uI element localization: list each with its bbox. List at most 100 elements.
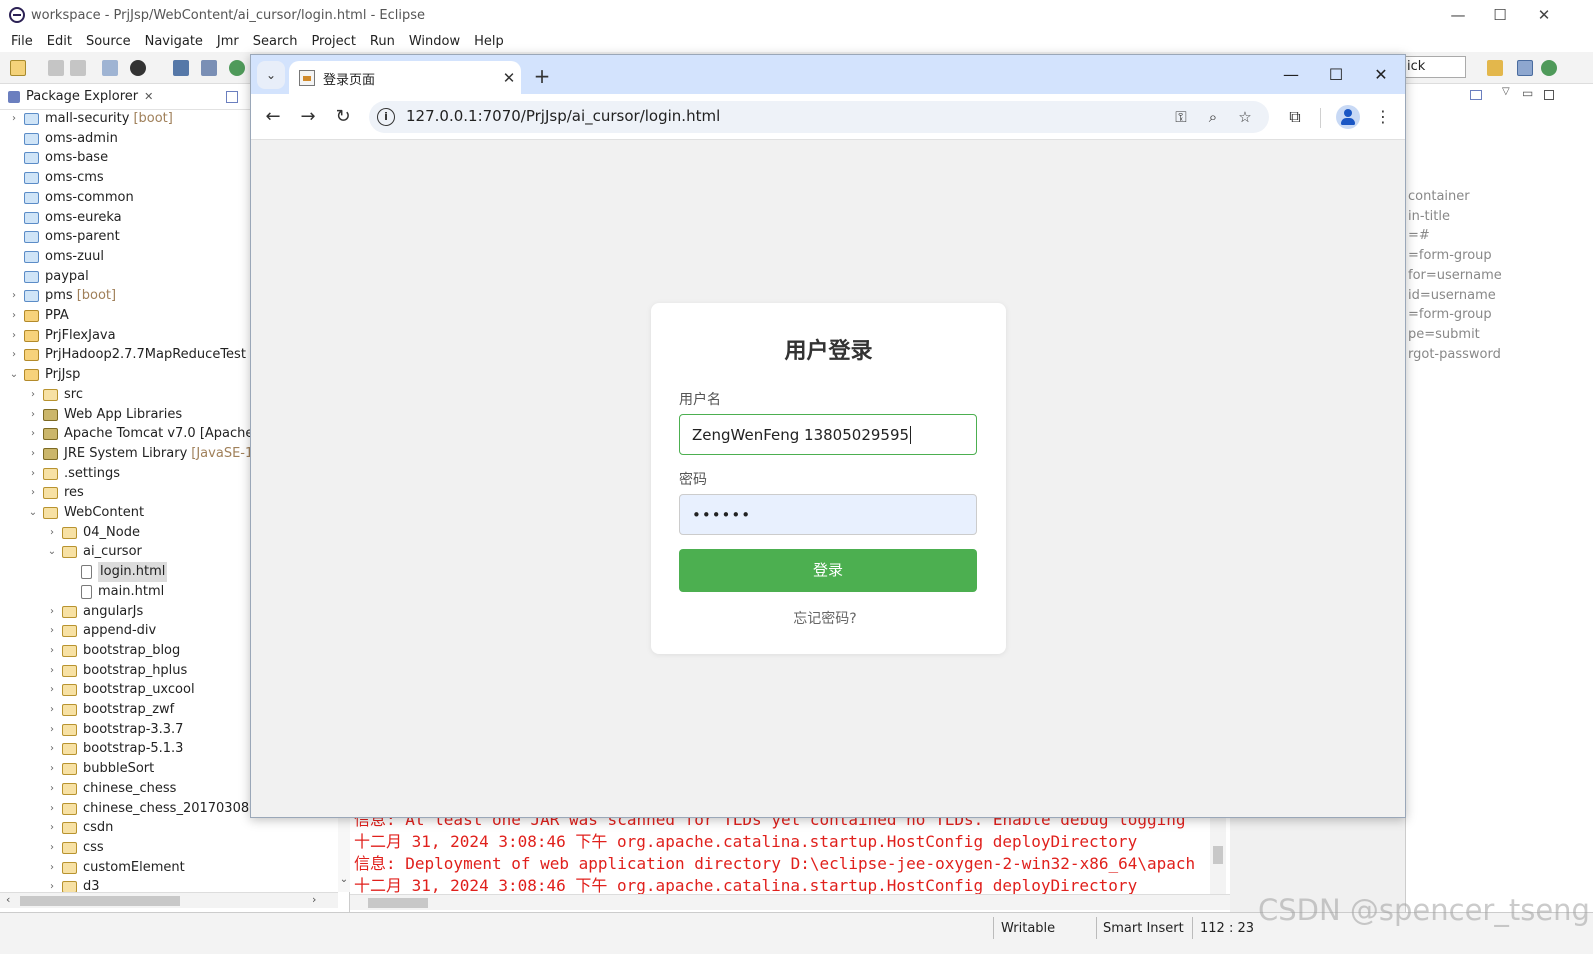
password-input[interactable]: •••••• <box>679 494 977 535</box>
tree-item-label[interactable]: bootstrap-5.1.3 <box>83 739 183 759</box>
browser-close-button[interactable]: ✕ <box>1359 59 1403 91</box>
tree-item-label[interactable]: .settings <box>64 464 120 484</box>
tree-item-label[interactable]: css <box>83 838 104 858</box>
package-tree-horizontal-scrollbar[interactable]: ‹ › <box>0 892 338 908</box>
tree-item[interactable]: › csdn <box>46 818 113 838</box>
eclipse-close-button[interactable]: ✕ <box>1521 0 1567 30</box>
address-bar[interactable]: i 127.0.0.1:7070/PrjJsp/ai_cursor/login.… <box>369 101 1269 133</box>
tree-item[interactable]: ⌄ ai_cursor <box>46 542 142 562</box>
outline-menu-icon[interactable]: ▽ <box>1502 86 1510 97</box>
tree-item-label[interactable]: chinese_chess_20170308 <box>83 799 249 819</box>
menu-window[interactable]: Window <box>402 34 467 49</box>
tree-item[interactable]: › chinese_chess_20170308 <box>46 799 249 819</box>
tree-item[interactable]: › customElement <box>46 858 185 878</box>
collapsed-chevron-icon[interactable]: › <box>46 641 58 661</box>
collapsed-chevron-icon[interactable]: › <box>46 858 58 878</box>
tree-item[interactable]: oms-admin <box>8 129 118 149</box>
tree-item-label[interactable]: PrjJsp <box>45 365 80 385</box>
tree-item-label[interactable]: mall-security <box>45 110 129 129</box>
zoom-magnifier-icon[interactable]: ⌕ <box>1203 107 1223 127</box>
save-all-icon[interactable] <box>70 60 86 76</box>
outline-item[interactable]: =# <box>1408 228 1430 243</box>
more-menu-icon[interactable]: ⋮ <box>1370 104 1396 130</box>
new-tab-plus-icon[interactable]: + <box>529 63 555 89</box>
tree-item[interactable]: oms-zuul <box>8 247 104 267</box>
console-vertical-scrollbar[interactable] <box>1210 810 1226 894</box>
tree-item-label[interactable]: src <box>64 385 83 405</box>
collapsed-chevron-icon[interactable]: › <box>46 818 58 838</box>
collapsed-chevron-icon[interactable]: › <box>27 424 39 444</box>
collapsed-chevron-icon[interactable]: › <box>46 621 58 641</box>
tree-item-label[interactable]: Apache Tomcat v7.0 [Apache To <box>64 424 271 444</box>
collapsed-chevron-icon[interactable]: › <box>46 779 58 799</box>
tree-item-label[interactable]: WebContent <box>64 503 144 523</box>
tree-item[interactable]: › mall-security [boot] <box>8 110 173 129</box>
collapsed-chevron-icon[interactable]: › <box>8 345 20 365</box>
tree-item[interactable]: › bootstrap_blog <box>46 641 180 661</box>
tree-item[interactable]: paypal <box>8 267 89 287</box>
collapsed-chevron-icon[interactable]: › <box>46 739 58 759</box>
tree-item[interactable]: › PrjHadoop2.7.7MapReduceTest <box>8 345 246 365</box>
tree-item-label[interactable]: oms-cms <box>45 168 104 188</box>
username-value[interactable]: ZengWenFeng 13805029595 <box>692 426 909 444</box>
expanded-chevron-icon[interactable]: ⌄ <box>46 542 58 562</box>
collapsed-chevron-icon[interactable]: › <box>27 483 39 503</box>
console-hscroll-thumb[interactable] <box>368 898 428 908</box>
binary-icon[interactable] <box>102 60 118 76</box>
collapsed-chevron-icon[interactable]: › <box>46 523 58 543</box>
console-scrollbar-thumb[interactable] <box>1213 846 1223 864</box>
tree-item[interactable]: oms-eureka <box>8 208 122 228</box>
tree-item-label[interactable]: angularJs <box>83 602 143 622</box>
outline-maximize-icon[interactable] <box>1544 90 1554 100</box>
tree-item-label[interactable]: res <box>64 483 84 503</box>
collapsed-chevron-icon[interactable]: › <box>8 306 20 326</box>
tree-item-label[interactable]: PrjFlexJava <box>45 326 116 346</box>
collapsed-chevron-icon[interactable]: › <box>8 286 20 306</box>
forward-arrow-icon[interactable]: → <box>294 103 322 131</box>
tree-item-label[interactable]: oms-parent <box>45 227 120 247</box>
tree-item[interactable]: login.html <box>65 562 168 583</box>
site-info-icon[interactable]: i <box>377 108 395 126</box>
collapsed-chevron-icon[interactable]: › <box>8 326 20 346</box>
tree-item-label[interactable]: JRE System Library <box>64 444 187 464</box>
tree-item[interactable]: oms-parent <box>8 227 120 247</box>
console-icon[interactable] <box>173 60 189 76</box>
browser-tab-active[interactable]: 登录页面 ✕ <box>289 61 521 95</box>
tree-item-label[interactable]: pms <box>45 286 73 306</box>
profile-avatar-icon[interactable] <box>1336 105 1360 129</box>
tree-item-label[interactable]: bootstrap_hplus <box>83 661 187 681</box>
tree-item[interactable]: › bootstrap_hplus <box>46 661 187 681</box>
tree-item-label[interactable]: paypal <box>45 267 89 287</box>
collapsed-chevron-icon[interactable]: › <box>27 444 39 464</box>
tree-item[interactable]: › append-div <box>46 621 156 641</box>
save-icon[interactable] <box>48 60 64 76</box>
collapsed-chevron-icon[interactable]: › <box>46 720 58 740</box>
tree-item-label[interactable]: main.html <box>98 582 164 602</box>
tree-item-label[interactable]: oms-admin <box>45 129 118 149</box>
tree-item[interactable]: › angularJs <box>46 602 143 622</box>
scroll-right-icon[interactable]: › <box>312 893 316 906</box>
collapsed-chevron-icon[interactable]: › <box>27 464 39 484</box>
browser-minimize-button[interactable]: — <box>1269 59 1313 91</box>
open-perspective-icon[interactable] <box>1487 60 1503 76</box>
pin-icon[interactable] <box>201 60 217 76</box>
browser-maximize-button[interactable]: ☐ <box>1314 59 1358 91</box>
profile-icon[interactable] <box>130 60 146 76</box>
outline-item[interactable]: =form-group <box>1408 248 1492 263</box>
menu-project[interactable]: Project <box>304 34 362 49</box>
tree-item[interactable]: › bootstrap_uxcool <box>46 680 195 700</box>
outline-item[interactable]: rgot-password <box>1408 347 1501 362</box>
tree-item[interactable]: oms-common <box>8 188 134 208</box>
tree-item[interactable]: ⌄ PrjJsp <box>8 365 81 385</box>
collapsed-chevron-icon[interactable]: › <box>27 405 39 425</box>
scroll-down-icon[interactable]: ⌄ <box>338 874 350 885</box>
tree-item[interactable]: › bootstrap-3.3.7 <box>46 720 183 740</box>
back-arrow-icon[interactable]: ← <box>259 103 287 131</box>
tree-item-label[interactable]: bootstrap-3.3.7 <box>83 720 183 740</box>
tree-item-label[interactable]: oms-zuul <box>45 247 104 267</box>
tree-item-label[interactable]: 04_Node <box>83 523 140 543</box>
console-horizontal-scrollbar[interactable] <box>350 894 1230 910</box>
quick-access-input[interactable]: ick Access <box>1404 56 1466 78</box>
tree-item-label[interactable]: append-div <box>83 621 156 641</box>
outline-collapse-icon[interactable] <box>1470 90 1482 100</box>
